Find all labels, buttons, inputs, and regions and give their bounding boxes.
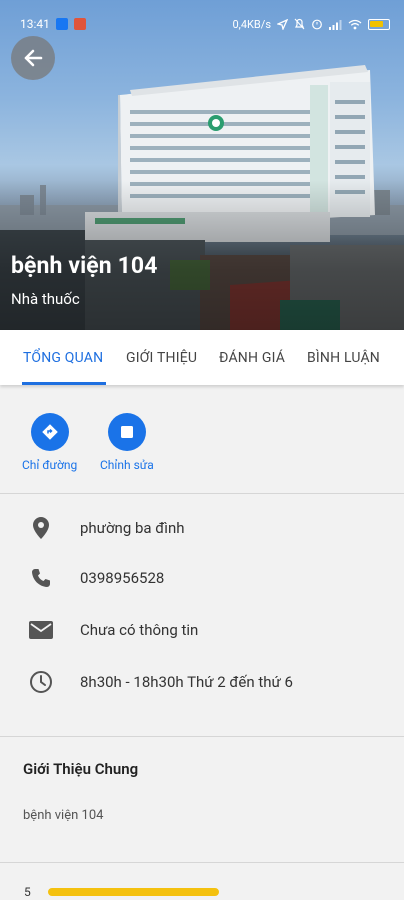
tab-comments[interactable]: BÌNH LUẬN (307, 330, 380, 385)
action-buttons: Chỉ đường Chỉnh sửa (0, 395, 404, 493)
divider (0, 862, 404, 863)
battery-level-fill (370, 20, 383, 27)
phone-icon (28, 565, 54, 591)
place-name: bệnh viện 104 (11, 252, 158, 279)
tab-introduction[interactable]: GIỚI THIỆU (126, 330, 197, 385)
status-time: 13:41 (20, 17, 50, 31)
clock-icon (28, 669, 54, 695)
signal-icon (329, 19, 342, 30)
intro-body: bệnh viện 104 (23, 808, 104, 823)
email-row[interactable]: Chưa có thông tin (0, 605, 404, 655)
mute-bell-icon (294, 18, 305, 30)
phone-text: 0398956528 (80, 569, 165, 587)
location-pin-icon (28, 515, 54, 541)
battery-icon (368, 18, 390, 30)
hero-image (0, 0, 404, 330)
edit-button[interactable]: Chỉnh sửa (100, 413, 154, 472)
email-text: Chưa có thông tin (80, 621, 199, 639)
email-icon (28, 617, 54, 643)
place-category: Nhà thuốc (11, 290, 80, 308)
edit-label: Chỉnh sửa (100, 458, 154, 472)
phone-row[interactable]: 0398956528 (0, 553, 404, 603)
wifi-icon (348, 19, 362, 30)
screen: 13:41 0,4KB/s bệnh viện 104 Nhà thuốc TỔ… (0, 0, 404, 900)
alarm-icon (311, 18, 323, 30)
divider (0, 493, 404, 494)
tab-reviews[interactable]: ĐÁNH GIÁ (219, 330, 285, 385)
directions-label: Chỉ đường (22, 458, 78, 472)
directions-button[interactable]: Chỉ đường (22, 413, 77, 472)
address-text: phường ba đình (80, 519, 185, 537)
facebook-notification-icon (55, 18, 68, 30)
tab-overview[interactable]: TỔNG QUAN (23, 330, 103, 385)
back-button[interactable] (11, 36, 55, 80)
rating-row: 5 (0, 880, 404, 900)
rating-star-count: 5 (24, 885, 31, 899)
address-row[interactable]: phường ba đình (0, 503, 404, 553)
arrow-left-icon (24, 49, 43, 67)
status-bar: 13:41 0,4KB/s (0, 0, 404, 48)
intro-title: Giới Thiệu Chung (23, 760, 139, 778)
stop-icon (107, 413, 146, 451)
network-speed: 0,4KB/s (232, 17, 272, 31)
location-icon (277, 18, 288, 30)
tab-bar: TỔNG QUAN GIỚI THIỆU ĐÁNH GIÁ BÌNH LUẬN (0, 330, 404, 385)
divider (0, 736, 404, 737)
app-notification-icon (73, 18, 86, 30)
hours-row[interactable]: 8h30h - 18h30h Thứ 2 đến thứ 6 (0, 657, 404, 707)
hours-text: 8h30h - 18h30h Thứ 2 đến thứ 6 (80, 673, 293, 691)
directions-icon (30, 413, 69, 451)
rating-bar (48, 888, 219, 896)
active-tab-indicator (22, 382, 106, 385)
